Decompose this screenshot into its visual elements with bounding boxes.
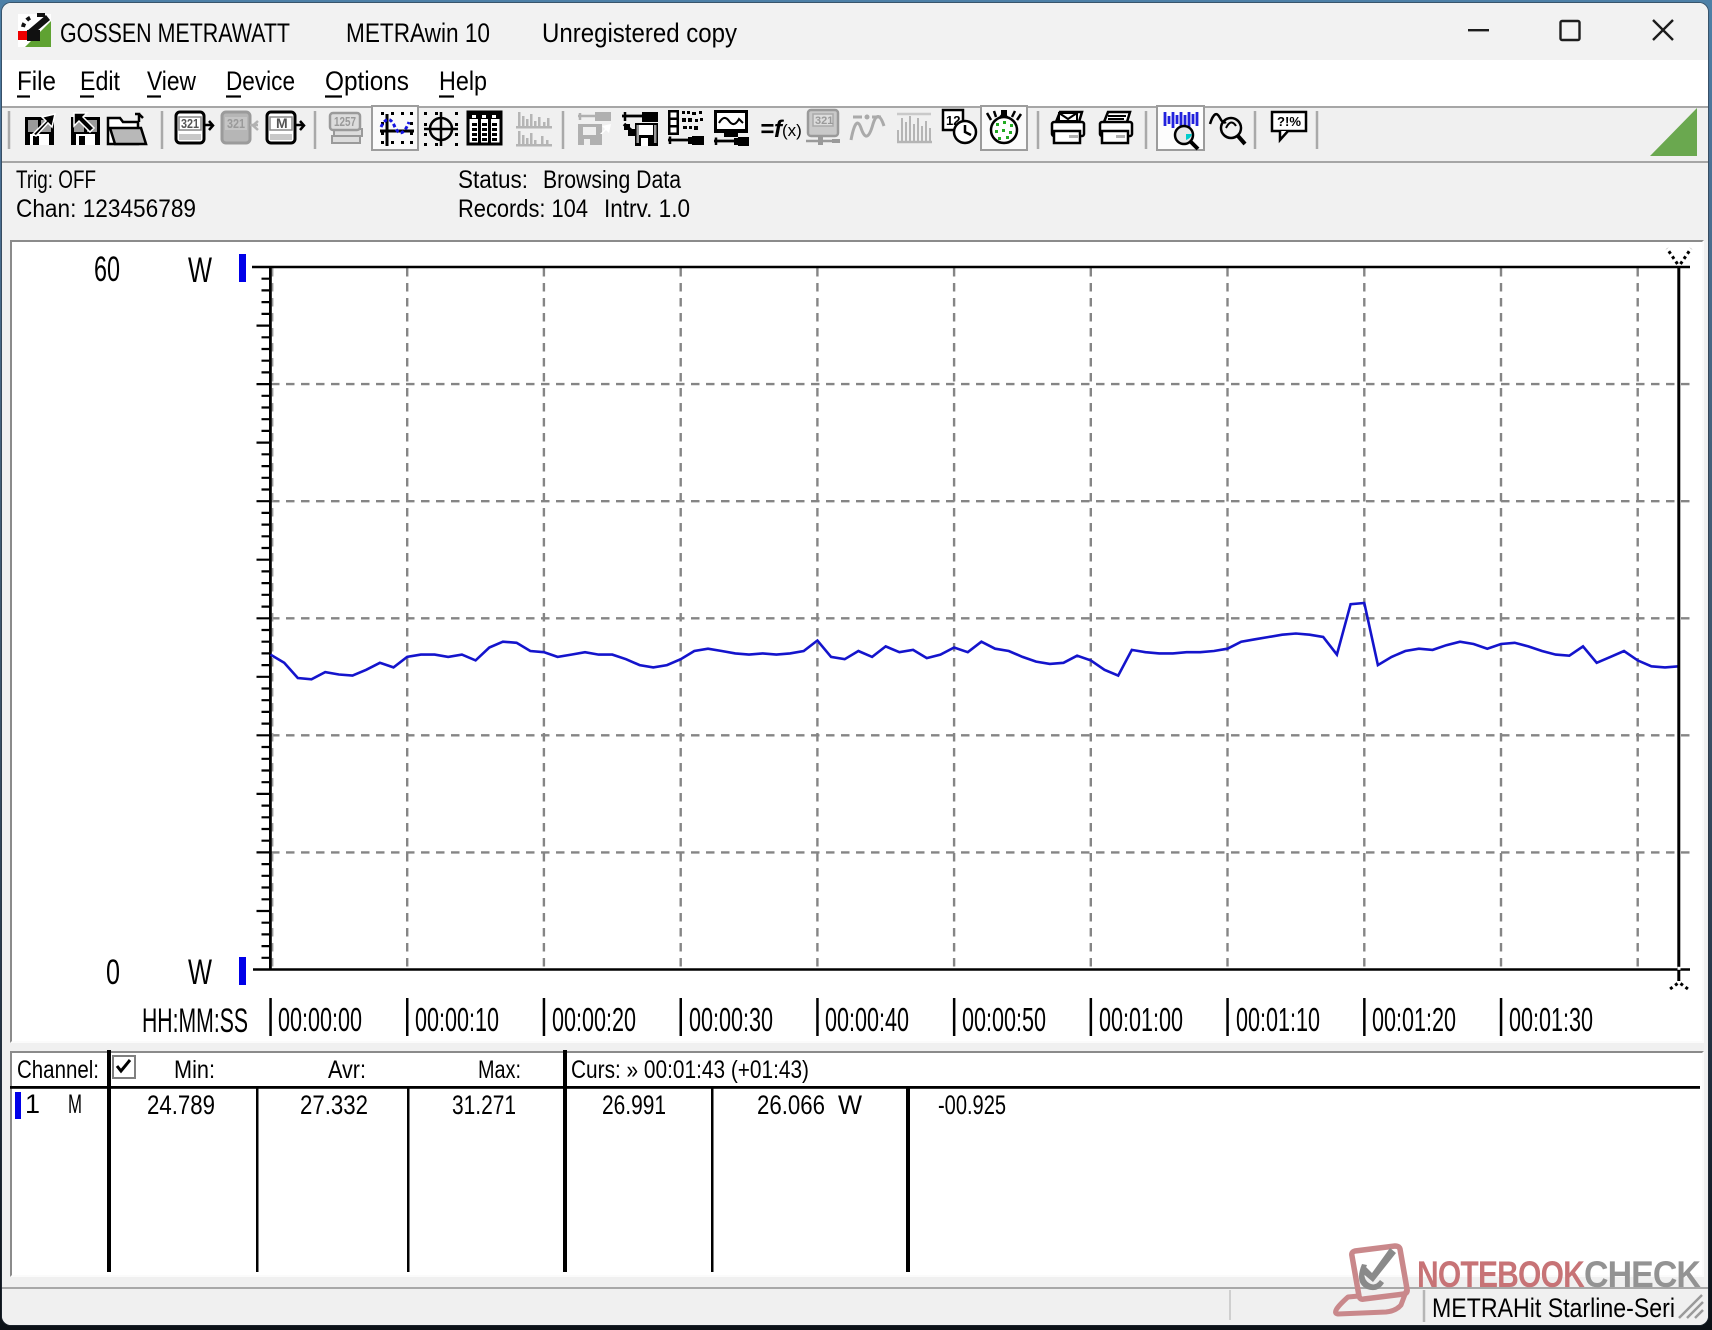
svg-text:1: 1 — [25, 1089, 40, 1119]
svg-text:00:00:10: 00:00:10 — [415, 1001, 499, 1038]
svg-text:00:01:20: 00:01:20 — [1372, 1001, 1456, 1038]
svg-text:W: W — [188, 953, 212, 992]
svg-text:Status:: Status: — [458, 166, 528, 194]
svg-text:HH:MM:SS: HH:MM:SS — [142, 1002, 248, 1040]
svg-text:W: W — [188, 251, 212, 290]
svg-text:26.066: 26.066 — [757, 1090, 825, 1120]
svg-text:00:01:10: 00:01:10 — [1236, 1001, 1320, 1038]
svg-text:Unregistered copy: Unregistered copy — [542, 18, 737, 48]
svg-text:26.991: 26.991 — [602, 1090, 666, 1120]
svg-text:60: 60 — [94, 250, 120, 289]
svg-text:321: 321 — [815, 115, 833, 127]
svg-text:W: W — [838, 1090, 862, 1120]
svg-text:1257: 1257 — [334, 114, 356, 129]
svg-text:00:01:30: 00:01:30 — [1509, 1001, 1593, 1038]
svg-text:METRAHit Starline-Seri: METRAHit Starline-Seri — [1432, 1293, 1675, 1323]
svg-text:-00.925: -00.925 — [938, 1090, 1006, 1120]
svg-text:Options: Options — [325, 66, 409, 96]
svg-text:?!%: ?!% — [1277, 114, 1301, 129]
svg-text:Chan: 123456789: Chan: 123456789 — [16, 195, 196, 223]
svg-text:Channel:: Channel: — [17, 1056, 99, 1084]
svg-text:00:00:50: 00:00:50 — [962, 1001, 1046, 1038]
svg-text:View: View — [147, 66, 196, 96]
svg-text:Curs: » 00:01:43 (+01:43): Curs: » 00:01:43 (+01:43) — [571, 1056, 809, 1084]
svg-text:Max:: Max: — [478, 1056, 521, 1084]
svg-text:=f: =f — [760, 116, 784, 143]
svg-text:(x): (x) — [782, 121, 802, 140]
svg-text:00:00:00: 00:00:00 — [278, 1001, 362, 1038]
svg-text:24.789: 24.789 — [147, 1090, 215, 1120]
svg-text:NOTEBOOK: NOTEBOOK — [1417, 1254, 1585, 1295]
svg-text:00:01:00: 00:01:00 — [1099, 1001, 1183, 1038]
svg-text:27.332: 27.332 — [300, 1090, 368, 1120]
svg-text:31.271: 31.271 — [452, 1090, 516, 1120]
svg-text:00:00:30: 00:00:30 — [689, 1001, 773, 1038]
svg-text:Edit: Edit — [80, 66, 120, 96]
svg-text:321: 321 — [227, 116, 245, 131]
svg-text:File: File — [17, 66, 56, 96]
svg-text:Intrv. 1.0: Intrv. 1.0 — [604, 195, 690, 223]
svg-text:Avr:: Avr: — [328, 1056, 366, 1084]
svg-text:METRAwin 10: METRAwin 10 — [346, 18, 490, 48]
svg-text:CHECK: CHECK — [1584, 1254, 1701, 1295]
svg-text:Trig: OFF: Trig: OFF — [16, 166, 96, 194]
svg-text:GOSSEN METRAWATT: GOSSEN METRAWATT — [60, 18, 290, 48]
svg-text:M: M — [68, 1089, 82, 1119]
svg-text:Help: Help — [439, 66, 487, 96]
svg-text:Browsing Data: Browsing Data — [543, 166, 681, 194]
svg-text:Records: 104: Records: 104 — [458, 195, 588, 223]
svg-text:M: M — [276, 115, 288, 131]
svg-text:00:00:40: 00:00:40 — [825, 1001, 909, 1038]
svg-text:0: 0 — [106, 953, 120, 992]
svg-text:00:00:20: 00:00:20 — [552, 1001, 636, 1038]
svg-text:Min:: Min: — [174, 1056, 215, 1084]
svg-text:321: 321 — [181, 116, 199, 131]
svg-text:Device: Device — [226, 66, 295, 96]
